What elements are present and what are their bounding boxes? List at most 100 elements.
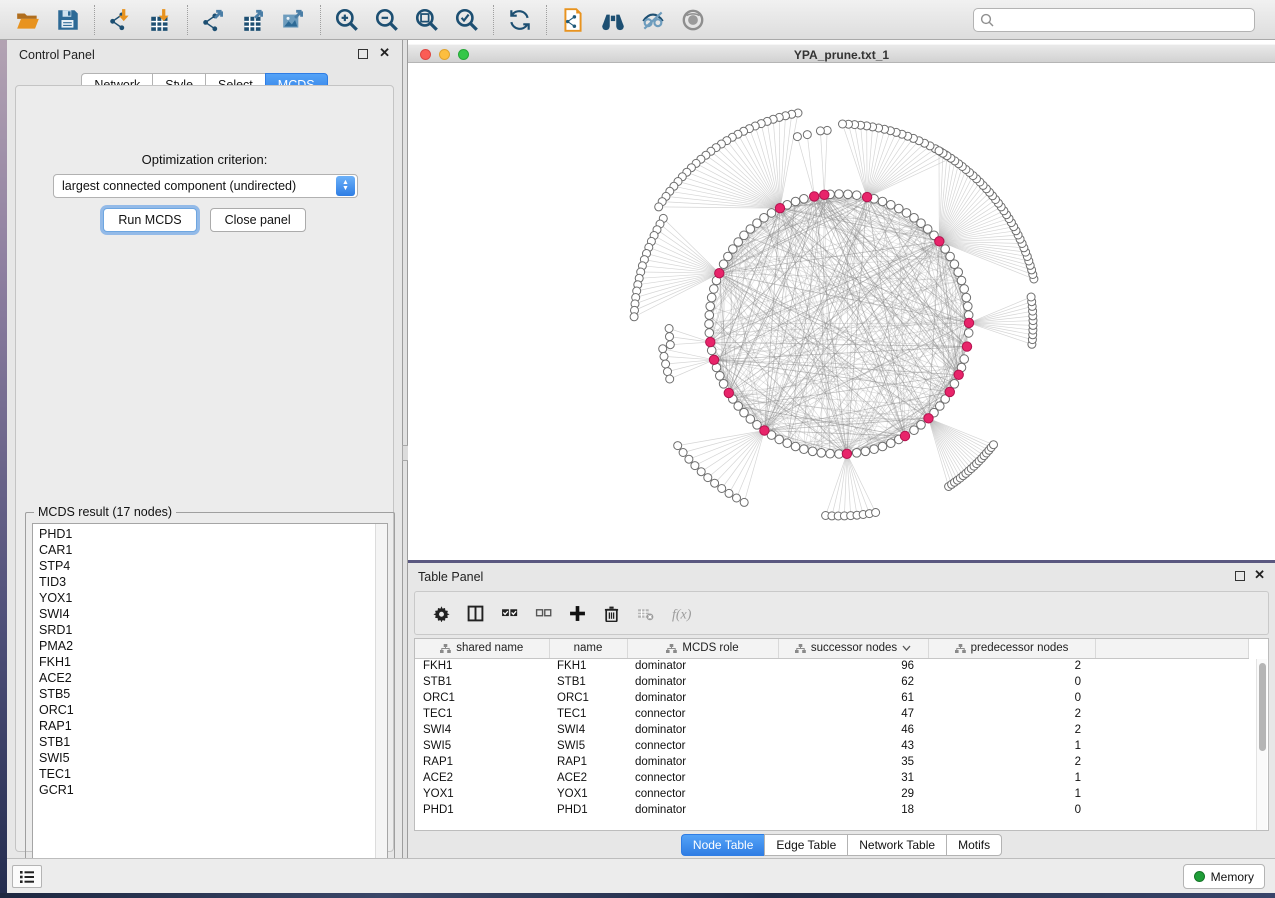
- columns-button[interactable]: [467, 605, 484, 622]
- import-table-button[interactable]: [141, 3, 181, 37]
- table-cell[interactable]: connector: [627, 738, 778, 754]
- mcds-result-item[interactable]: TID3: [39, 574, 74, 590]
- close-window-icon[interactable]: ✕: [379, 46, 390, 60]
- column-header-shared-name[interactable]: shared name: [415, 639, 549, 658]
- criterion-dropdown[interactable]: largest connected component (undirected)…: [53, 174, 358, 198]
- network-graph[interactable]: [408, 64, 1275, 560]
- refresh-button[interactable]: [500, 3, 540, 37]
- table-row[interactable]: SWI5SWI5connector431: [415, 738, 1248, 754]
- tab-motifs[interactable]: Motifs: [946, 834, 1002, 856]
- mcds-result-item[interactable]: TEC1: [39, 766, 74, 782]
- table-cell[interactable]: 1: [928, 770, 1095, 786]
- column-header-MCDS-role[interactable]: MCDS role: [627, 639, 778, 658]
- table-cell[interactable]: dominator: [627, 674, 778, 690]
- table-cell[interactable]: STB1: [549, 674, 627, 690]
- network-canvas[interactable]: [408, 64, 1275, 560]
- table-cell[interactable]: 2: [928, 658, 1095, 674]
- table-cell[interactable]: 96: [778, 658, 928, 674]
- table-cell[interactable]: TEC1: [415, 706, 549, 722]
- table-cell[interactable]: FKH1: [549, 658, 627, 674]
- table-cell[interactable]: YOX1: [415, 786, 549, 802]
- table-cell[interactable]: dominator: [627, 802, 778, 818]
- column-header-name[interactable]: name: [549, 639, 627, 658]
- mcds-list-scrollbar[interactable]: [375, 524, 387, 876]
- trash-button[interactable]: [603, 605, 620, 622]
- table-cell[interactable]: dominator: [627, 722, 778, 738]
- table-cell[interactable]: STB1: [415, 674, 549, 690]
- table-cell[interactable]: ORC1: [549, 690, 627, 706]
- mcds-result-item[interactable]: ACE2: [39, 670, 74, 686]
- add-button[interactable]: [569, 605, 586, 622]
- deselect-all-button[interactable]: [535, 605, 552, 622]
- table-cell[interactable]: connector: [627, 706, 778, 722]
- run-mcds-button[interactable]: Run MCDS: [103, 208, 196, 232]
- table-cell[interactable]: SWI5: [415, 738, 549, 754]
- table-row[interactable]: PHD1PHD1dominator180: [415, 802, 1248, 818]
- table-row[interactable]: FKH1FKH1dominator962: [415, 658, 1248, 674]
- table-cell[interactable]: SWI4: [415, 722, 549, 738]
- memory-button[interactable]: Memory: [1183, 864, 1265, 889]
- table-cell[interactable]: ORC1: [415, 690, 549, 706]
- search-input[interactable]: [999, 13, 1248, 27]
- table-cell[interactable]: ACE2: [415, 770, 549, 786]
- mcds-result-item[interactable]: RAP1: [39, 718, 74, 734]
- table-cell[interactable]: TEC1: [549, 706, 627, 722]
- zoom-selected-button[interactable]: [447, 3, 487, 37]
- column-header-successor-nodes[interactable]: successor nodes: [778, 639, 928, 658]
- table-cell[interactable]: 61: [778, 690, 928, 706]
- table-cell[interactable]: dominator: [627, 690, 778, 706]
- import-network-button[interactable]: [101, 3, 141, 37]
- table-cell[interactable]: 46: [778, 722, 928, 738]
- network-titlebar[interactable]: YPA_prune.txt_1: [408, 44, 1275, 63]
- table-cell[interactable]: SWI5: [549, 738, 627, 754]
- table-float-icon[interactable]: [1235, 571, 1245, 581]
- network-doc-button[interactable]: [553, 3, 593, 37]
- table-scrollbar-thumb[interactable]: [1259, 663, 1266, 751]
- table-cell[interactable]: SWI4: [549, 722, 627, 738]
- table-cell[interactable]: 47: [778, 706, 928, 722]
- table-cell[interactable]: 18: [778, 802, 928, 818]
- mcds-result-item[interactable]: STB5: [39, 686, 74, 702]
- table-cell[interactable]: 35: [778, 754, 928, 770]
- table-cell[interactable]: 2: [928, 706, 1095, 722]
- eye-button[interactable]: [673, 3, 713, 37]
- table-cell[interactable]: ACE2: [549, 770, 627, 786]
- table-cell[interactable]: PHD1: [549, 802, 627, 818]
- mcds-result-item[interactable]: FKH1: [39, 654, 74, 670]
- export-table-button[interactable]: [234, 3, 274, 37]
- task-history-button[interactable]: [12, 865, 42, 888]
- table-row[interactable]: RAP1RAP1dominator352: [415, 754, 1248, 770]
- table-cell[interactable]: 2: [928, 722, 1095, 738]
- table-cell[interactable]: FKH1: [415, 658, 549, 674]
- table-row[interactable]: ACE2ACE2connector311: [415, 770, 1248, 786]
- table-row[interactable]: SWI4SWI4dominator462: [415, 722, 1248, 738]
- mcds-result-item[interactable]: PHD1: [39, 526, 74, 542]
- column-header-predecessor-nodes[interactable]: predecessor nodes: [928, 639, 1095, 658]
- graph-leaf-nodes[interactable]: [630, 109, 1038, 520]
- mcds-result-item[interactable]: SWI5: [39, 750, 74, 766]
- zoom-out-button[interactable]: [367, 3, 407, 37]
- search-box[interactable]: [973, 8, 1255, 32]
- zoom-fit-button[interactable]: [407, 3, 447, 37]
- binoculars-button[interactable]: [593, 3, 633, 37]
- zoom-in-button[interactable]: [327, 3, 367, 37]
- table-scrollbar[interactable]: [1256, 659, 1267, 831]
- mcds-result-item[interactable]: STB1: [39, 734, 74, 750]
- table-cell[interactable]: RAP1: [415, 754, 549, 770]
- export-image-button[interactable]: [274, 3, 314, 37]
- mcds-result-item[interactable]: SRD1: [39, 622, 74, 638]
- tab-edge-table[interactable]: Edge Table: [764, 834, 847, 856]
- mcds-result-item[interactable]: YOX1: [39, 590, 74, 606]
- table-cell[interactable]: 0: [928, 802, 1095, 818]
- table-row[interactable]: STB1STB1dominator620: [415, 674, 1248, 690]
- table-cell[interactable]: 29: [778, 786, 928, 802]
- node-table[interactable]: shared namenameMCDS rolesuccessor nodesp…: [414, 638, 1269, 831]
- select-all-button[interactable]: [501, 605, 518, 622]
- table-cell[interactable]: PHD1: [415, 802, 549, 818]
- mcds-result-item[interactable]: GCR1: [39, 782, 74, 798]
- mcds-result-item[interactable]: ORC1: [39, 702, 74, 718]
- table-cell[interactable]: 43: [778, 738, 928, 754]
- table-cell[interactable]: connector: [627, 786, 778, 802]
- mcds-result-list[interactable]: PHD1CAR1STP4TID3YOX1SWI4SRD1PMA2FKH1ACE2…: [32, 523, 388, 877]
- save-button[interactable]: [48, 3, 88, 37]
